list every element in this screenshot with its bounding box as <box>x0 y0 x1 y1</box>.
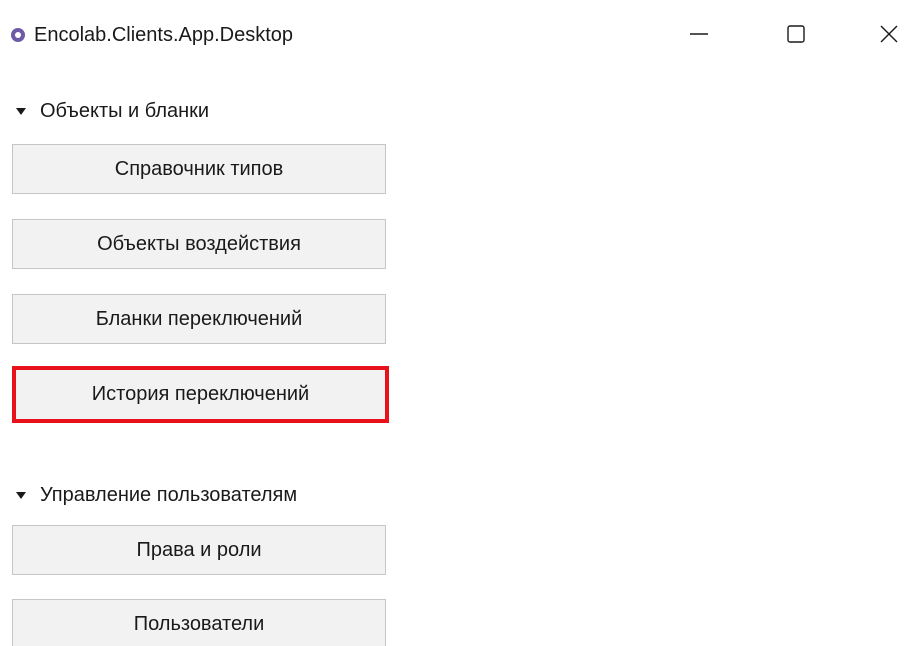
minimize-icon <box>690 33 708 35</box>
section-title: Управление пользователям <box>40 483 298 506</box>
close-icon <box>880 25 898 43</box>
maximize-button[interactable] <box>773 12 819 56</box>
maximize-icon <box>787 25 805 43</box>
section-objects-forms-header[interactable]: Объекты и бланки <box>12 98 312 124</box>
section-title: Объекты и бланки <box>40 99 210 122</box>
rights-roles-button[interactable]: Права и роли <box>12 525 386 575</box>
close-button[interactable] <box>866 12 912 56</box>
caret-down-icon <box>16 107 26 115</box>
minimize-button[interactable] <box>676 12 722 56</box>
section-user-management-header[interactable]: Управление пользователям <box>12 482 388 508</box>
impact-objects-button[interactable]: Объекты воздействия <box>12 219 386 269</box>
caret-down-icon <box>16 491 26 499</box>
users-button[interactable]: Пользователи <box>12 599 386 646</box>
title-bar[interactable]: Encolab.Clients.App.Desktop <box>0 0 918 68</box>
type-directory-button[interactable]: Справочник типов <box>12 144 386 194</box>
window-title: Encolab.Clients.App.Desktop <box>34 24 294 46</box>
app-logo-icon <box>11 28 25 42</box>
switching-history-button[interactable]: История переключений <box>12 366 389 423</box>
switching-forms-button[interactable]: Бланки переключений <box>12 294 386 344</box>
app-window: Encolab.Clients.App.Desktop Объекты и бл… <box>0 0 918 646</box>
